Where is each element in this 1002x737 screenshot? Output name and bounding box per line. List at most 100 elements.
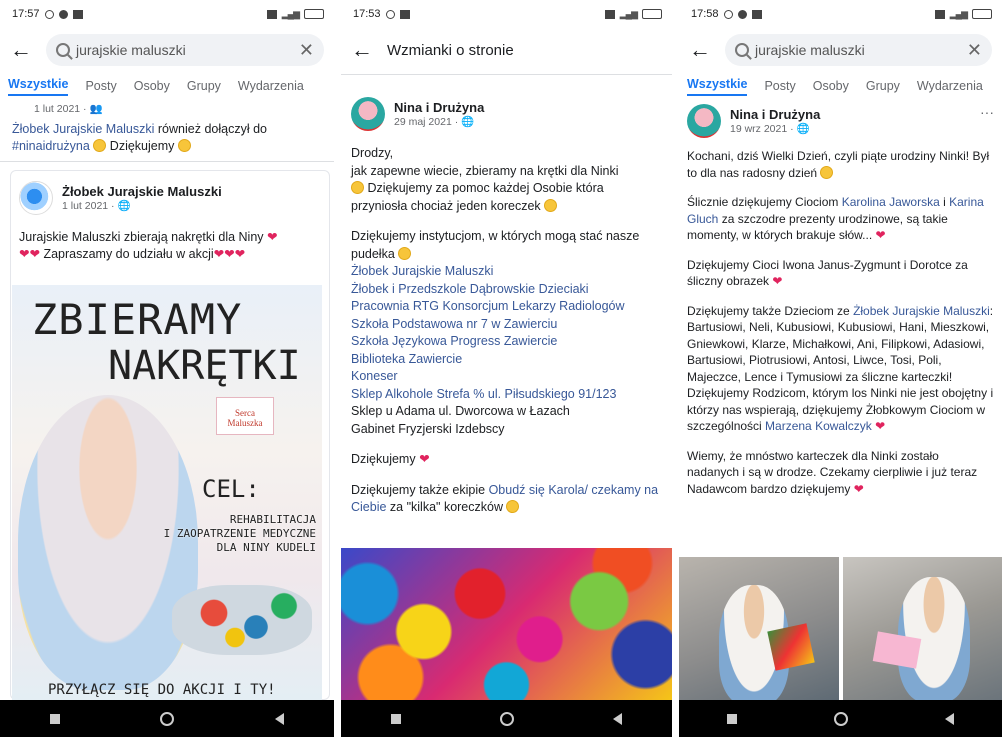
filter-tabs: Wszystkie Posty Osoby Grupy Wydarzenia	[679, 72, 1002, 100]
gallery-icon	[72, 9, 83, 19]
heart-icon: ❤	[875, 228, 886, 242]
post-image-bottle-caps[interactable]	[341, 548, 672, 700]
mention-link[interactable]: Pracownia RTG Konsorcjum Lekarzy Radiolo…	[351, 298, 662, 316]
tab-groups[interactable]: Grupy	[187, 79, 221, 93]
clear-icon[interactable]: ✕	[967, 40, 982, 61]
poster-goal-text: REHABILITACJA I ZAOPATRZENIE MEDYCZNE DL…	[164, 513, 316, 555]
mention-link[interactable]: Marzena Kowalczyk	[765, 419, 872, 433]
post-image-poster[interactable]: ZBIERAMY NAKRĘTKI Serca Maluszka CEL: RE…	[12, 285, 322, 700]
alarm-icon	[723, 9, 733, 19]
charity-logo: Serca Maluszka	[216, 397, 274, 435]
status-time: 17:57	[12, 8, 40, 20]
mention-link[interactable]: Biblioteka Zawiercie	[351, 351, 662, 369]
smile-emoji-icon	[177, 139, 191, 152]
back-arrow-icon[interactable]: ←	[351, 37, 377, 63]
poster-headline: ZBIERAMY	[32, 295, 243, 344]
search-query: jurajskie maluszki	[76, 42, 186, 58]
back-arrow-icon[interactable]: ←	[10, 37, 36, 63]
home-icon[interactable]	[499, 711, 514, 726]
post-text: i	[939, 195, 950, 209]
search-input[interactable]: jurajskie maluszki ✕	[725, 34, 992, 66]
mention-link[interactable]: Żłobek Jurajskie Maluszki	[351, 263, 662, 281]
post-photo-left[interactable]	[679, 557, 839, 700]
gallery-icon	[751, 9, 762, 19]
android-nav-bar	[0, 700, 334, 737]
heart-icon: ❤	[772, 274, 783, 288]
mention-link[interactable]: Żłobek Jurajskie Maluszki	[853, 304, 990, 318]
poster-goal-line: I ZAOPATRZENIE MEDYCZNE	[163, 527, 316, 540]
recent-apps-icon[interactable]	[50, 713, 61, 724]
tab-all[interactable]: Wszystkie	[8, 77, 69, 96]
post-meta: 19 wrz 2021 · 🌐	[730, 123, 810, 135]
poster-footer: PRZYŁĄCZ SIĘ DO AKCJI I TY!	[48, 682, 276, 698]
post-text: Kochani, dziś Wielki Dzień, czyli piąte …	[687, 149, 990, 180]
poster-goal-line: REHABILITACJA	[229, 513, 316, 526]
mention-link[interactable]: Karolina Jaworska	[842, 195, 940, 209]
smile-emoji-icon	[351, 181, 364, 194]
recent-apps-icon[interactable]	[727, 713, 738, 724]
avatar[interactable]	[351, 97, 385, 131]
home-icon[interactable]	[160, 711, 175, 726]
clear-icon[interactable]: ✕	[299, 40, 314, 61]
tab-events[interactable]: Wydarzenia	[917, 79, 983, 93]
post-photo-right[interactable]	[843, 557, 1002, 700]
tab-all[interactable]: Wszystkie	[687, 77, 748, 96]
mention-link[interactable]: Szkoła Podstawowa nr 7 w Zawierciu	[351, 316, 662, 334]
heart-icon: ❤	[419, 452, 430, 466]
messenger-icon	[58, 9, 68, 19]
tab-people[interactable]: Osoby	[134, 79, 170, 93]
back-nav-icon[interactable]	[274, 712, 284, 725]
tab-posts[interactable]: Posty	[764, 79, 795, 93]
post-author[interactable]: Nina i Drużyna	[394, 100, 484, 115]
post-meta: 1 lut 2021 · 🌐	[62, 200, 131, 212]
post-meta: 29 maj 2021 · 🌐	[394, 116, 475, 128]
mention-link[interactable]: Szkoła Językowa Progress Zawiercie	[351, 333, 662, 351]
smile-emoji-icon	[398, 246, 412, 260]
tab-events[interactable]: Wydarzenia	[238, 79, 304, 93]
mention-link[interactable]: Sklep Alkohole Strefa % ul. Piłsudskiego…	[351, 386, 662, 404]
status-time: 17:58	[691, 8, 719, 20]
gallery-icon	[399, 9, 410, 19]
post-text: Sklep u Adama ul. Dworcowa w Łazach	[351, 404, 570, 418]
recent-apps-icon[interactable]	[390, 713, 401, 724]
post-author[interactable]: Nina i Drużyna	[730, 107, 971, 122]
mention-link[interactable]: Koneser	[351, 368, 662, 386]
heart-icon: ❤	[853, 481, 864, 496]
sim-icon	[604, 9, 615, 19]
signal-icon: ▂▄▆	[281, 8, 300, 19]
search-bar: ← jurajskie maluszki ✕	[679, 28, 1002, 72]
status-bar: 17:58 ▂▄▆	[679, 0, 1002, 28]
gift-card	[767, 623, 815, 671]
back-arrow-icon[interactable]: ←	[689, 37, 715, 63]
back-nav-icon[interactable]	[944, 712, 954, 725]
avatar[interactable]	[19, 181, 53, 215]
post-text: Dziękujemy także Dzieciom ze	[687, 303, 854, 318]
post-text: Jurajskie Maluszki zbierają nakrętki dla…	[19, 230, 264, 244]
post-text: Ślicznie dziękujemy Ciociom	[687, 195, 842, 209]
search-query: jurajskie maluszki	[755, 42, 865, 58]
more-options-icon[interactable]: ···	[980, 104, 994, 120]
back-nav-icon[interactable]	[613, 712, 623, 725]
tab-groups[interactable]: Grupy	[866, 79, 900, 93]
post-text: Drodzy,	[351, 146, 394, 160]
search-input[interactable]: jurajskie maluszki ✕	[46, 34, 324, 66]
post-author[interactable]: Żłobek Jurajskie Maluszki	[62, 184, 222, 199]
alarm-icon	[44, 9, 54, 19]
home-icon[interactable]	[833, 711, 848, 726]
tab-posts[interactable]: Posty	[85, 79, 116, 93]
page-link[interactable]: Żłobek Jurajskie Maluszki	[12, 122, 154, 136]
post-text: : Bartusiowi, Neli, Kubusiowi, Kubusiowi…	[687, 303, 994, 434]
avatar[interactable]	[687, 104, 721, 138]
mention-link[interactable]: Żłobek i Przedszkole Dąbrowskie Dzieciak…	[351, 281, 662, 299]
android-nav-bar	[679, 700, 1002, 737]
post-card: Nina i Drużyna 19 wrz 2021 · 🌐 ··· Kocha…	[679, 100, 1002, 497]
post-text: Dziękujemy	[351, 452, 416, 466]
smile-emoji-icon	[544, 198, 558, 212]
post-text: Gabinet Fryzjerski Izdebscy	[351, 421, 505, 436]
alarm-icon	[385, 9, 395, 19]
hashtag-link[interactable]: #ninaidrużyna	[12, 139, 90, 153]
search-bar: ← jurajskie maluszki ✕	[0, 28, 334, 72]
heart-icon: ❤❤❤	[213, 247, 246, 261]
status-bar: 17:57 ▂▄▆	[0, 0, 334, 28]
tab-people[interactable]: Osoby	[813, 79, 849, 93]
